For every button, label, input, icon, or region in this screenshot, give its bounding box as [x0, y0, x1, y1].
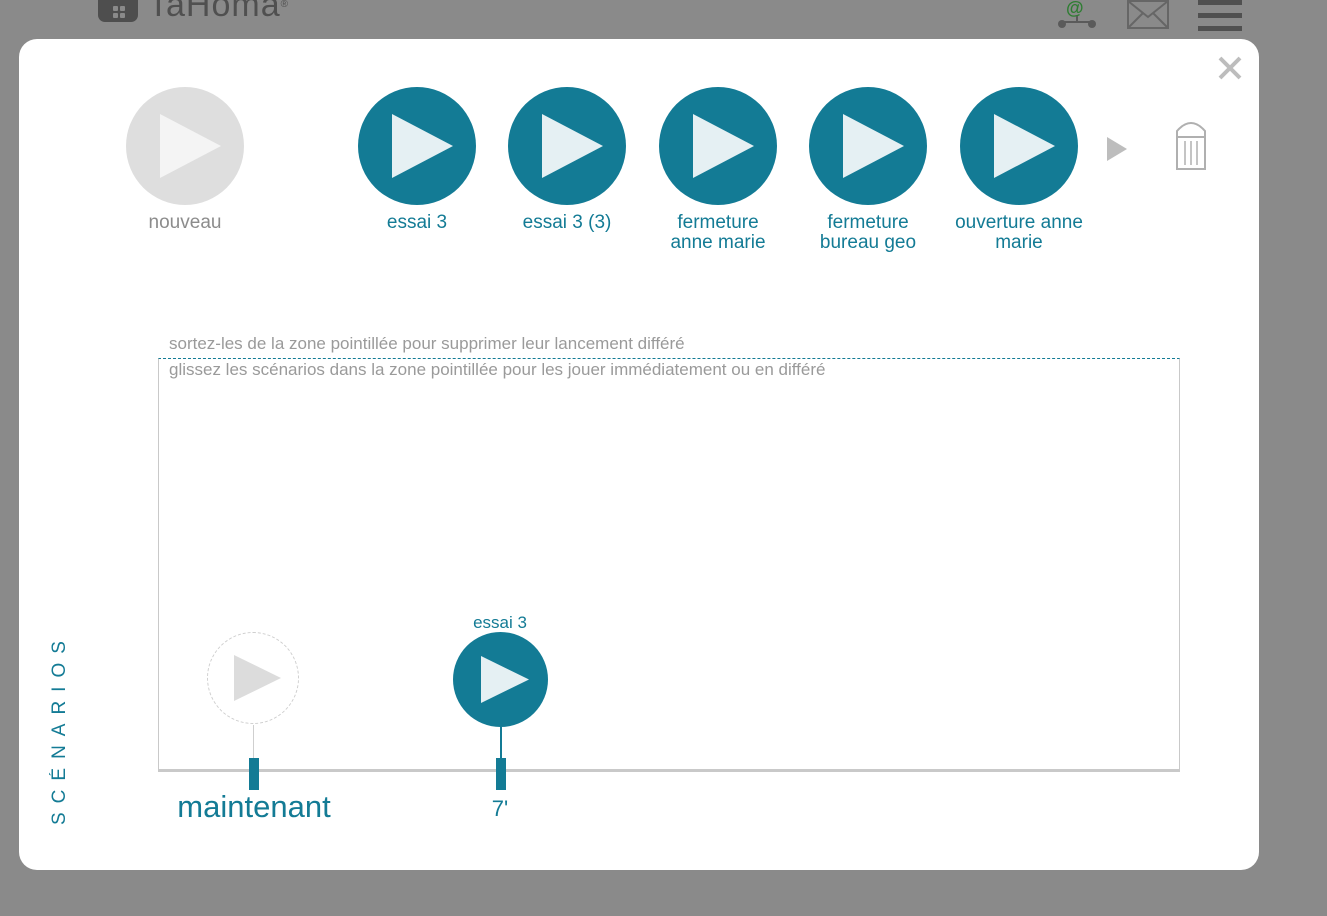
hamburger-menu-icon[interactable] [1196, 0, 1244, 34]
close-icon[interactable] [1215, 53, 1245, 83]
scenario-tile[interactable]: fermeture bureau geo [793, 87, 943, 253]
remove-hint-text: sortez-les de la zone pointillée pour su… [169, 334, 685, 353]
network-at-icon[interactable]: @ [1056, 0, 1098, 30]
registered-mark: ® [280, 0, 289, 10]
play-icon [693, 114, 754, 178]
scenario-tile[interactable]: essai 3 [342, 87, 492, 233]
scenario-label: ouverture anne marie [955, 212, 1083, 253]
scenario-play-button[interactable] [659, 87, 777, 205]
scenario-label: essai 3 (3) [522, 212, 612, 233]
scenario-label: fermeture bureau geo [819, 212, 917, 253]
play-now-slot[interactable] [207, 632, 299, 724]
scenario-play-button[interactable] [508, 87, 626, 205]
scenario-tile[interactable]: fermeture anne marie [643, 87, 793, 253]
mail-icon[interactable] [1127, 0, 1169, 30]
play-icon [233, 654, 281, 701]
logo-text: TaHoma [148, 0, 281, 24]
scenario-play-button[interactable] [809, 87, 927, 205]
scheduled-delay-label: 7' [491, 796, 509, 821]
scenario-drop-zone[interactable] [158, 358, 1180, 772]
now-connector-line [253, 725, 254, 759]
scenario-label: essai 3 [386, 212, 448, 233]
scenarios-modal: nouveau essai 3 essai 3 (3) fermeture an… [19, 39, 1259, 870]
play-icon [160, 114, 221, 178]
scenarios-side-title: SCÉNARIOS [49, 632, 70, 826]
tahoma-logo: TaHoma® [98, 0, 289, 22]
svg-text:@: @ [1066, 0, 1084, 18]
new-scenario-label: nouveau [148, 212, 222, 233]
next-page-arrow-icon[interactable] [1105, 136, 1129, 162]
scenario-play-button[interactable] [358, 87, 476, 205]
new-scenario-circle[interactable] [126, 87, 244, 205]
scenario-tile[interactable]: ouverture anne marie [944, 87, 1094, 253]
play-icon [481, 656, 529, 703]
scheduled-timeline-marker[interactable] [496, 758, 506, 790]
play-icon [392, 114, 453, 178]
scheduled-scenario-label: essai 3 [473, 613, 527, 632]
play-icon [843, 114, 904, 178]
new-scenario-button[interactable]: nouveau [110, 87, 260, 233]
house-logo-icon [98, 0, 138, 22]
scheduled-connector-line [500, 727, 502, 759]
drop-hint-text: glissez les scénarios dans la zone point… [169, 360, 826, 379]
trash-icon[interactable] [1169, 117, 1213, 175]
scheduled-scenario-button[interactable] [453, 632, 548, 727]
now-timeline-marker [249, 758, 259, 790]
scenario-label: fermeture anne marie [670, 212, 766, 253]
now-label: maintenant [177, 789, 331, 824]
play-icon [542, 114, 603, 178]
scenario-play-button[interactable] [960, 87, 1078, 205]
play-icon [994, 114, 1055, 178]
scenario-tile[interactable]: essai 3 (3) [492, 87, 642, 233]
app-header: TaHoma® @ [0, 0, 1327, 40]
